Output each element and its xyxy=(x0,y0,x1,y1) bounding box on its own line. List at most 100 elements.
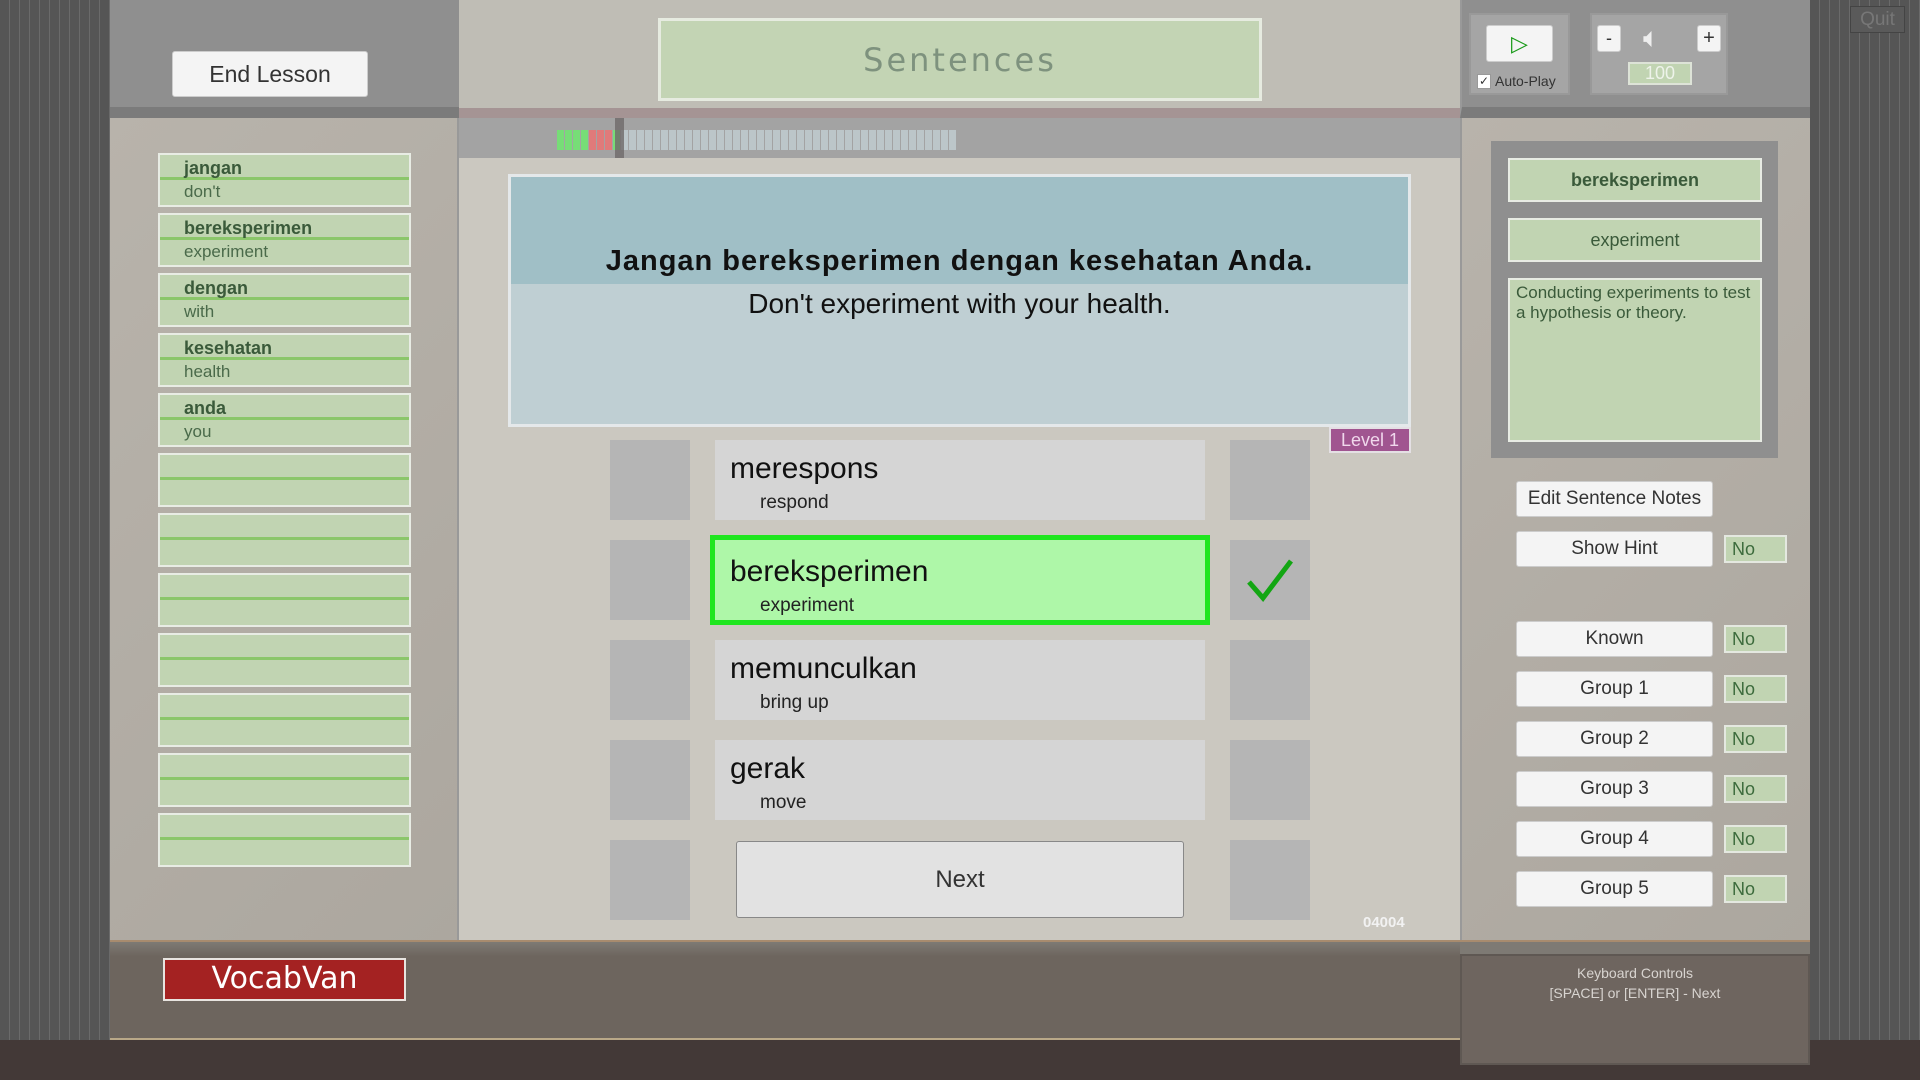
group-1-button[interactable]: Group 1 xyxy=(1516,671,1713,707)
word-list-word: dengan xyxy=(160,275,409,300)
progress-segment-wrong xyxy=(605,130,612,150)
word-list-item[interactable]: bereksperimen experiment xyxy=(158,213,411,267)
word-list-meaning: with xyxy=(184,302,215,321)
group-2-button[interactable]: Group 2 xyxy=(1516,721,1713,757)
right-slot xyxy=(1230,540,1310,620)
next-button[interactable]: Next xyxy=(736,841,1184,918)
option-word: memunculkan xyxy=(730,652,917,685)
progress-segment-pending xyxy=(829,130,836,150)
progress-segment-pending xyxy=(701,130,708,150)
progress-segment-pending xyxy=(917,130,924,150)
progress-segment-pending xyxy=(845,130,852,150)
answer-option[interactable]: gerak move xyxy=(715,740,1205,820)
word-list-meaning: experiment xyxy=(184,242,269,261)
word-list-meaning xyxy=(160,540,409,542)
answer-option[interactable]: merespons respond xyxy=(715,440,1205,520)
progress-segment-correct xyxy=(565,130,572,150)
keyboard-controls-title: Keyboard Controls xyxy=(1577,965,1693,981)
progress-segment-pending xyxy=(925,130,932,150)
group-5-value: No xyxy=(1724,875,1787,903)
word-list-item[interactable] xyxy=(158,453,411,507)
show-hint-value: No xyxy=(1724,535,1787,563)
word-list-word xyxy=(160,455,409,480)
word-list-meaning: health xyxy=(184,362,231,381)
group-2-value: No xyxy=(1724,725,1787,753)
progress-segment-wrong xyxy=(597,130,604,150)
quit-button[interactable]: Quit xyxy=(1850,6,1905,33)
progress-segment-pending xyxy=(709,130,716,150)
right-backdrop xyxy=(1810,0,1920,1040)
progress-segment-pending xyxy=(757,130,764,150)
progress-segment-pending xyxy=(645,130,652,150)
word-list-item[interactable] xyxy=(158,693,411,747)
show-hint-button[interactable]: Show Hint xyxy=(1516,531,1713,567)
keyboard-controls-line: [SPACE] or [ENTER] - Next xyxy=(1549,985,1721,1001)
word-list-meaning xyxy=(160,660,409,662)
answer-option[interactable]: bereksperimen experiment xyxy=(710,535,1210,625)
end-lesson-button[interactable]: End Lesson xyxy=(172,51,368,97)
word-list-meaning: you xyxy=(184,422,212,441)
answer-option[interactable]: memunculkan bring up xyxy=(715,640,1205,720)
word-list-item[interactable]: dengan with xyxy=(158,273,411,327)
volume-up-button[interactable]: + xyxy=(1697,25,1721,52)
group-5-button[interactable]: Group 5 xyxy=(1516,871,1713,907)
word-list-item[interactable] xyxy=(158,633,411,687)
left-slot xyxy=(610,440,690,520)
checkbox-icon[interactable]: ✓ xyxy=(1477,73,1491,89)
autoplay-checkbox[interactable]: ✓ Auto-Play xyxy=(1477,73,1556,89)
edit-sentence-notes-button[interactable]: Edit Sentence Notes xyxy=(1516,481,1713,517)
word-list-meaning xyxy=(160,720,409,722)
right-slot xyxy=(1230,740,1310,820)
progress-segment-pending xyxy=(885,130,892,150)
volume-down-button[interactable]: - xyxy=(1597,25,1621,52)
progress-marker xyxy=(615,118,624,158)
sentence-text: Jangan bereksperimen dengan kesehatan An… xyxy=(511,177,1408,284)
play-button[interactable]: ▷ xyxy=(1486,25,1553,62)
word-list-item[interactable] xyxy=(158,753,411,807)
progress-segment-pending xyxy=(717,130,724,150)
word-list-item[interactable] xyxy=(158,813,411,867)
group-4-button[interactable]: Group 4 xyxy=(1516,821,1713,857)
level-badge: Level 1 xyxy=(1329,427,1411,453)
word-list-meaning xyxy=(160,600,409,602)
progress-segment-pending xyxy=(805,130,812,150)
progress-segment-pending xyxy=(933,130,940,150)
option-meaning: bring up xyxy=(760,692,829,713)
known-button[interactable]: Known xyxy=(1516,621,1713,657)
sentence-box: Jangan bereksperimen dengan kesehatan An… xyxy=(508,174,1411,427)
group-3-button[interactable]: Group 3 xyxy=(1516,771,1713,807)
option-meaning: respond xyxy=(760,492,829,513)
progress-segment-pending xyxy=(773,130,780,150)
word-list-item[interactable] xyxy=(158,573,411,627)
word-list-word xyxy=(160,755,409,780)
volume-value: 100 xyxy=(1628,62,1692,85)
progress-segment-pending xyxy=(669,130,676,150)
progress-segment-pending xyxy=(949,130,956,150)
word-list-word xyxy=(160,815,409,840)
mode-title: Sentences xyxy=(658,18,1262,101)
progress-segment-pending xyxy=(877,130,884,150)
progress-segment-pending xyxy=(741,130,748,150)
word-list-meaning xyxy=(160,840,409,842)
progress-segment-pending xyxy=(893,130,900,150)
word-list-meaning xyxy=(160,480,409,482)
word-list-meaning: don't xyxy=(184,182,221,201)
progress-segment-correct xyxy=(573,130,580,150)
word-list-word xyxy=(160,695,409,720)
left-slot xyxy=(610,740,690,820)
progress-segment-pending xyxy=(853,130,860,150)
progress-segment-pending xyxy=(797,130,804,150)
word-list-item[interactable]: jangan don't xyxy=(158,153,411,207)
word-list-item[interactable] xyxy=(158,513,411,567)
word-list-word: bereksperimen xyxy=(160,215,409,240)
progress-segment-pending xyxy=(653,130,660,150)
word-list-item[interactable]: anda you xyxy=(158,393,411,447)
word-list-word xyxy=(160,575,409,600)
vocabvan-logo: VocabVan xyxy=(163,958,406,1001)
progress-segment-pending xyxy=(749,130,756,150)
left-backdrop xyxy=(0,0,110,1040)
progress-segment-pending xyxy=(869,130,876,150)
known-value: No xyxy=(1724,625,1787,653)
progress-segment-pending xyxy=(789,130,796,150)
word-list-item[interactable]: kesehatan health xyxy=(158,333,411,387)
